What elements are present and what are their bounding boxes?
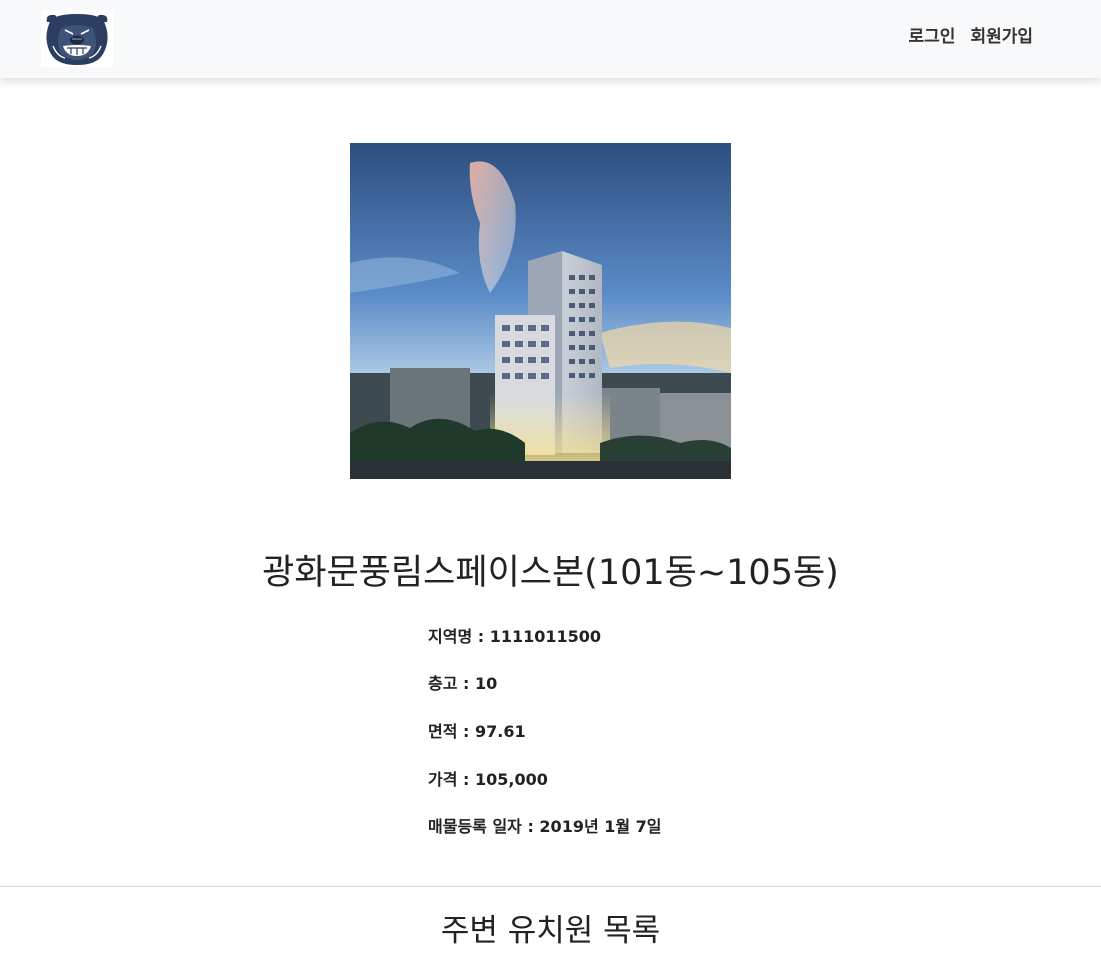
navbar: 로그인 회원가입 bbox=[0, 0, 1101, 78]
nav-links: 로그인 회원가입 bbox=[909, 26, 1033, 48]
registered-date-info: 매물등록 일자 : 2019년 1월 7일 bbox=[428, 817, 662, 836]
floors-info: 층고 : 10 bbox=[428, 674, 498, 693]
area-info: 면적 : 97.61 bbox=[428, 722, 526, 741]
building-photo bbox=[350, 143, 731, 479]
kindergarten-section-title: 주변 유치원 목록 bbox=[440, 913, 661, 949]
price-info: 가격 : 105,000 bbox=[428, 770, 548, 789]
region-info: 지역명 : 1111011500 bbox=[428, 627, 602, 646]
section-divider bbox=[0, 886, 1101, 887]
signup-link[interactable]: 회원가입 bbox=[970, 26, 1033, 48]
listing-title: 광화문풍림스페이스본(101동~105동) bbox=[262, 553, 839, 593]
bulldog-logo-icon[interactable] bbox=[41, 10, 113, 67]
login-link[interactable]: 로그인 bbox=[909, 26, 956, 48]
